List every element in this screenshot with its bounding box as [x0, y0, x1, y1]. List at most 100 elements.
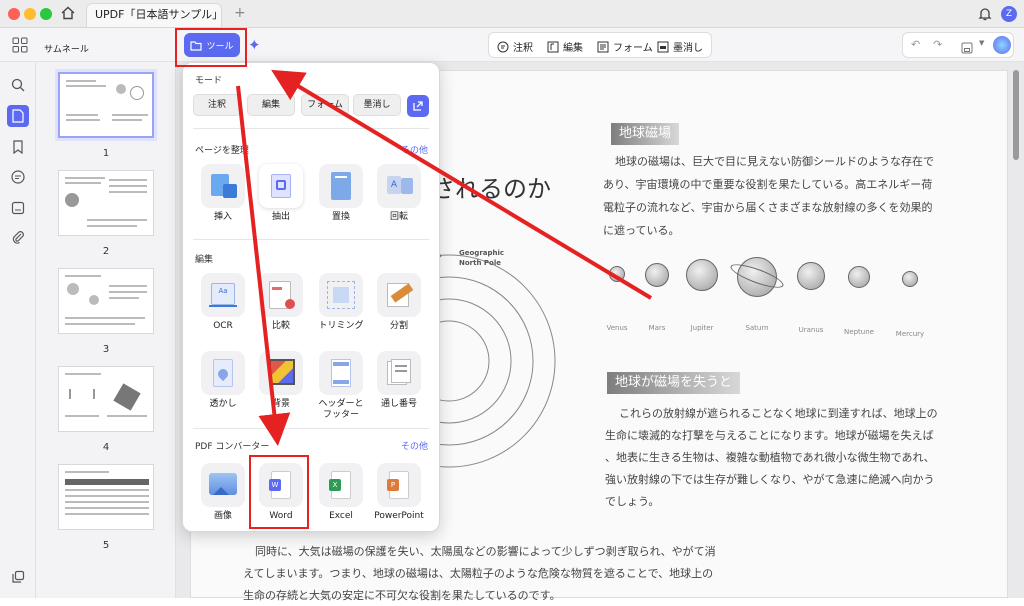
rotate-tool-label: 回転	[389, 212, 408, 222]
paperclip-icon[interactable]	[9, 228, 27, 246]
thumbnail-panel: サムネール 1 2 3 4 5	[36, 45, 176, 598]
mode-edit-button[interactable]: 編集	[247, 94, 295, 116]
split-tool-label: 分割	[389, 321, 408, 331]
ocr-tool[interactable]: Aa OCR	[195, 273, 251, 332]
section-heading: 地球が磁場を失うと	[607, 372, 741, 394]
thumbnail-page-number: 3	[102, 344, 110, 355]
insert-icon	[201, 164, 245, 208]
vertical-scrollbar[interactable]	[1013, 70, 1019, 160]
edit-icon	[547, 41, 559, 52]
upgrade-badge-icon[interactable]	[993, 36, 1011, 54]
bates-number-tool-label: 通し番号	[380, 399, 417, 409]
paragraph-line: これらの放射線が遮られることなく地球に到達すれば、地球上の	[619, 407, 938, 420]
thumbnail-panel-title: サムネール	[44, 45, 89, 55]
planet	[902, 271, 918, 287]
paragraph-line: あり、宇宙環境の中で重要な役割を果たしている。高エネルギー荷	[603, 178, 933, 191]
bates-number-tool[interactable]: 通し番号	[371, 351, 427, 410]
watermark-tool[interactable]: 透かし	[195, 351, 251, 410]
thumbnail-page[interactable]	[58, 464, 154, 530]
new-tab-icon[interactable]: +	[234, 5, 246, 21]
close-window-button[interactable]	[8, 8, 20, 20]
crop-tool[interactable]: トリミング	[313, 273, 369, 332]
convert-to-excel-tool[interactable]: X Excel	[313, 463, 369, 522]
paragraph-line: 電粒子の流れなど、宇宙から届くさまざまな放射線の多くを効果的	[603, 201, 933, 214]
ocr-tool-label: OCR	[213, 321, 233, 331]
planet	[686, 259, 718, 291]
redo-icon[interactable]: ↷	[933, 38, 942, 51]
insert-tool[interactable]: 挿入	[195, 164, 251, 223]
compare-icon	[259, 273, 303, 317]
edit-section-title: 編集	[195, 255, 214, 265]
thumbnail-page[interactable]	[58, 366, 154, 432]
mode-comment-button[interactable]: 注釈	[193, 94, 241, 116]
split-icon	[377, 273, 421, 317]
open-external-icon[interactable]	[407, 95, 429, 117]
mode-form-button[interactable]: フォーム	[301, 94, 349, 116]
rotate-icon: A	[377, 164, 421, 208]
replace-icon	[319, 164, 363, 208]
converter-section-more-link[interactable]: その他	[401, 439, 428, 452]
divider	[193, 428, 429, 429]
user-avatar[interactable]: Z	[1001, 6, 1017, 22]
thumbnail-page[interactable]	[58, 72, 154, 138]
thumbnail-page-number: 1	[102, 148, 110, 159]
maximize-window-button[interactable]	[40, 8, 52, 20]
replace-tool[interactable]: 置換	[313, 164, 369, 223]
home-icon[interactable]	[60, 5, 76, 21]
thumbnail-page[interactable]	[58, 170, 154, 236]
thumbnail-page-number: 4	[102, 442, 110, 453]
split-tool[interactable]: 分割	[371, 273, 427, 332]
compare-tool-label: 比較	[271, 321, 290, 331]
paragraph-line: 、地表に生きる生物は、複雑な動植物であれ微小な微生物であれ、	[605, 451, 935, 464]
form-tool-button[interactable]: フォーム	[597, 39, 653, 54]
thumbnail-page[interactable]	[58, 268, 154, 334]
document-title: されるのか	[431, 175, 551, 203]
search-icon[interactable]	[9, 76, 27, 94]
chevron-down-icon[interactable]: ▼	[979, 39, 984, 47]
convert-to-image-label: 画像	[213, 511, 232, 521]
convert-to-powerpoint-tool[interactable]: P PowerPoint	[371, 463, 427, 522]
minimize-window-button[interactable]	[24, 8, 36, 20]
extract-tool[interactable]: 抽出	[253, 164, 309, 223]
redact-tool-button[interactable]: 墨消し	[657, 39, 703, 54]
paragraph-line: 地球の磁場は、巨大で目に見えない防御シールドのような存在で	[615, 155, 934, 168]
document-tab[interactable]: UPDF「日本語サンプル」OCR	[86, 3, 222, 27]
grid-view-icon[interactable]	[12, 37, 28, 53]
compare-tool[interactable]: 比較	[253, 273, 309, 332]
ocr-icon: Aa	[201, 273, 245, 317]
left-rail	[0, 62, 36, 598]
mode-section-title: モード	[195, 76, 223, 86]
comment-icon	[497, 41, 509, 52]
bookmark-icon[interactable]	[9, 138, 27, 156]
comment-tool-button[interactable]: 注釈	[497, 39, 533, 54]
mode-redact-button[interactable]: 墨消し	[353, 94, 401, 116]
right-tool-group: ↶ ↷ ▼	[902, 32, 1014, 58]
rotate-tool[interactable]: A 回転	[371, 164, 427, 223]
bates-number-icon	[377, 351, 421, 395]
replace-tool-label: 置換	[331, 212, 350, 222]
save-icon[interactable]	[961, 39, 973, 54]
convert-to-powerpoint-label: PowerPoint	[374, 511, 424, 521]
convert-to-excel-label: Excel	[329, 511, 353, 521]
convert-to-image-tool[interactable]: 画像	[195, 463, 251, 522]
ai-sparkle-icon[interactable]: ✦	[248, 36, 261, 54]
planet	[609, 266, 625, 282]
comments-icon[interactable]	[9, 168, 27, 186]
attachment-page-icon[interactable]	[9, 199, 27, 217]
page-section-more-link[interactable]: その他	[401, 143, 428, 156]
background-tool[interactable]: 背景	[253, 351, 309, 410]
header-footer-tool[interactable]: ヘッダーと フッター	[313, 351, 369, 421]
layers-icon[interactable]	[9, 568, 27, 586]
extract-icon	[259, 164, 303, 208]
undo-icon[interactable]: ↶	[911, 38, 920, 51]
background-icon	[259, 351, 303, 395]
paragraph-line: 生命に壊滅的な打撃を与えることになります。地球が磁場を失えば	[605, 429, 934, 442]
notification-bell-icon[interactable]	[978, 6, 992, 22]
powerpoint-file-icon: P	[377, 463, 421, 507]
edit-tool-button[interactable]: 編集	[547, 39, 583, 54]
planet-label: Mercury	[895, 330, 925, 338]
word-tool-highlight	[249, 455, 309, 529]
section-heading: 地球磁場	[611, 123, 680, 145]
tools-button-highlight	[175, 28, 247, 67]
thumbnails-icon[interactable]	[7, 105, 29, 127]
